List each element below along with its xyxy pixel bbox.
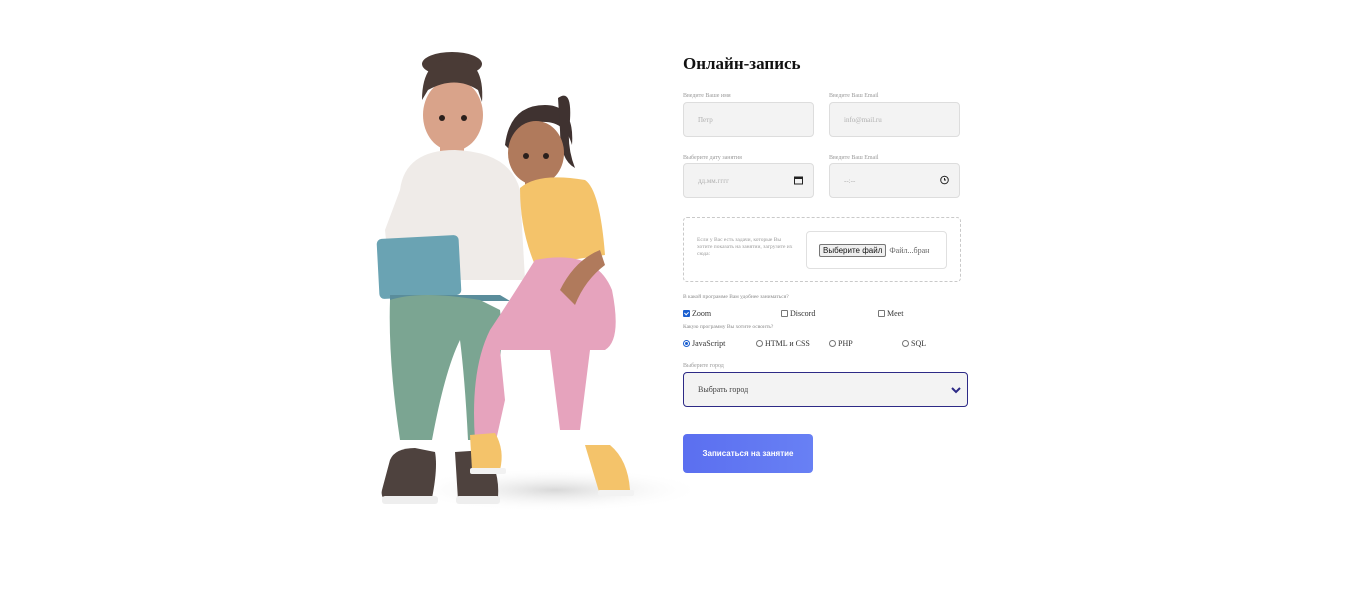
file-upload-hint: Если у Вас есть задачи, которые Вы хотит… xyxy=(697,237,793,257)
time-input[interactable]: --:-- xyxy=(829,163,960,198)
date-placeholder: дд.мм.гггг xyxy=(698,176,729,185)
checkbox-discord-box[interactable] xyxy=(781,310,788,317)
radio-javascript-dot[interactable] xyxy=(683,340,690,347)
chevron-down-icon[interactable] xyxy=(950,384,962,396)
radio-html-css-dot[interactable] xyxy=(756,340,763,347)
email-label: Введите Ваш Email xyxy=(829,93,879,99)
checkbox-zoom-box[interactable] xyxy=(683,310,690,317)
city-selected-value: Выбрать город xyxy=(698,385,749,394)
file-upload-zone[interactable]: Если у Вас есть задачи, которые Вы хотит… xyxy=(683,217,961,282)
name-placeholder: Петр xyxy=(698,115,713,124)
radio-php[interactable]: PHP xyxy=(829,339,853,348)
checkbox-meet-label: Meet xyxy=(887,309,904,318)
time-placeholder: --:-- xyxy=(844,176,856,185)
checkbox-zoom-label: Zoom xyxy=(692,309,712,318)
radio-sql-dot[interactable] xyxy=(902,340,909,347)
program-question: В какой программе Вам удобнее заниматься… xyxy=(683,294,789,300)
checkbox-discord[interactable]: Discord xyxy=(781,309,815,318)
checkbox-discord-label: Discord xyxy=(790,309,816,318)
students-illustration xyxy=(360,50,705,520)
city-select[interactable]: Выбрать город xyxy=(683,372,968,407)
choose-file-button[interactable]: Выберите файл xyxy=(819,243,887,257)
radio-javascript-label: JavaScript xyxy=(692,339,726,348)
email-placeholder: info@mail.ru xyxy=(844,115,882,124)
calendar-icon[interactable] xyxy=(794,175,803,186)
radio-sql[interactable]: SQL xyxy=(902,339,926,348)
checkbox-meet-box[interactable] xyxy=(878,310,885,317)
email-input[interactable]: info@mail.ru xyxy=(829,102,960,137)
file-status: Файл...бран xyxy=(889,245,930,255)
radio-php-label: PHP xyxy=(838,339,853,348)
time-label: Введите Ваш Email xyxy=(829,155,879,161)
checkbox-zoom[interactable]: Zoom xyxy=(683,309,711,318)
radio-sql-label: SQL xyxy=(911,339,927,348)
students-illustration-image xyxy=(376,52,705,512)
submit-button[interactable]: Записаться на занятие xyxy=(683,434,813,473)
checkbox-meet[interactable]: Meet xyxy=(878,309,903,318)
file-input[interactable]: Выберите файл Файл...бран xyxy=(806,231,947,269)
radio-php-dot[interactable] xyxy=(829,340,836,347)
course-question: Какую программу Вы хотите освоить? xyxy=(683,324,774,330)
page-title: Онлайн-запись xyxy=(683,54,801,73)
name-input[interactable]: Петр xyxy=(683,102,814,137)
clock-icon[interactable] xyxy=(940,175,949,186)
radio-javascript[interactable]: JavaScript xyxy=(683,339,725,348)
name-label: Введите Ваше имя xyxy=(683,93,731,99)
date-input[interactable]: дд.мм.гггг xyxy=(683,163,814,198)
radio-html-css-label: HTML и CSS xyxy=(765,339,810,348)
city-label: Выберите город xyxy=(683,363,724,369)
date-label: Выберите дату занятия xyxy=(683,155,742,161)
radio-html-css[interactable]: HTML и CSS xyxy=(756,339,810,348)
